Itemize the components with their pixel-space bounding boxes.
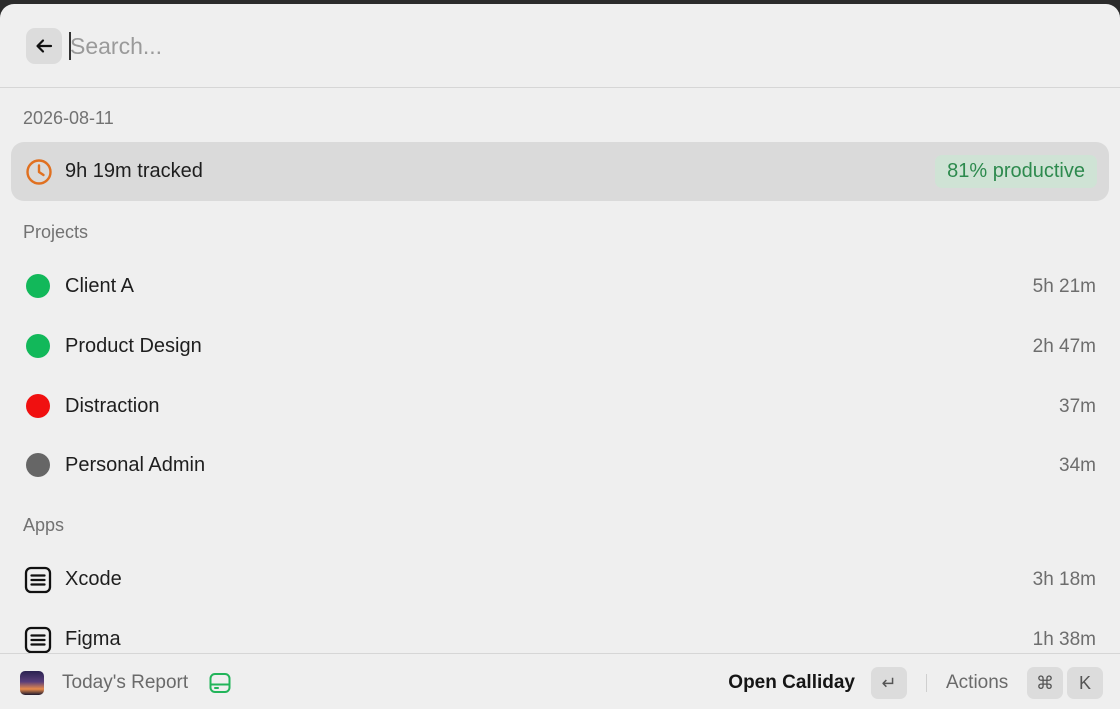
footer-divider — [926, 674, 927, 692]
tracked-summary-row[interactable]: 9h 19m tracked 81% productive — [11, 142, 1109, 201]
project-row[interactable]: Product Design 2h 47m — [0, 321, 1120, 371]
clock-icon — [26, 159, 52, 185]
date-heading: 2026-08-11 — [23, 108, 114, 128]
project-row[interactable]: Personal Admin 34m — [0, 440, 1120, 490]
project-color-dot — [26, 274, 50, 298]
project-name: Client A — [65, 275, 134, 297]
search-input[interactable] — [70, 26, 1070, 66]
project-row[interactable]: Client A 5h 21m — [0, 261, 1120, 311]
projects-heading: Projects — [23, 222, 89, 242]
list-icon — [24, 626, 52, 654]
app-name: Figma — [65, 628, 121, 650]
command-key-hint: ⌘ — [1027, 667, 1063, 699]
project-time: 37m — [1059, 396, 1096, 417]
project-color-dot — [26, 334, 50, 358]
open-app-button[interactable]: Open Calliday — [728, 672, 855, 694]
back-button[interactable] — [26, 28, 62, 64]
todays-report-link[interactable]: Today's Report — [62, 672, 188, 694]
project-name: Distraction — [65, 395, 160, 417]
project-name: Personal Admin — [65, 454, 206, 476]
app-logo — [20, 671, 44, 695]
project-color-dot — [26, 394, 50, 418]
search-bar — [0, 4, 1120, 88]
tray-icon[interactable] — [208, 671, 232, 695]
list-icon — [24, 566, 52, 594]
project-name: Product Design — [65, 335, 202, 357]
actions-button[interactable]: Actions — [946, 672, 1008, 694]
project-row[interactable]: Distraction 37m — [0, 381, 1120, 431]
project-color-dot — [26, 453, 50, 477]
app-row[interactable]: Xcode 3h 18m — [0, 554, 1120, 604]
k-key-hint: K — [1067, 667, 1103, 699]
launcher-window: 2026-08-11 9h 19m tracked 81% productive… — [0, 4, 1120, 709]
productivity-badge: 81% productive — [935, 155, 1097, 188]
app-name: Xcode — [65, 568, 122, 590]
app-time: 3h 18m — [1032, 569, 1096, 590]
enter-key-hint: ↵ — [871, 667, 907, 699]
project-time: 5h 21m — [1032, 276, 1096, 297]
app-time: 1h 38m — [1032, 629, 1096, 650]
project-time: 34m — [1059, 455, 1096, 476]
project-time: 2h 47m — [1032, 336, 1096, 357]
footer-bar: Today's Report Open Calliday ↵ Actions ⌘… — [0, 653, 1120, 709]
apps-heading: Apps — [23, 515, 65, 535]
arrow-left-icon — [36, 39, 53, 53]
tracked-time-label: 9h 19m tracked — [65, 160, 203, 182]
